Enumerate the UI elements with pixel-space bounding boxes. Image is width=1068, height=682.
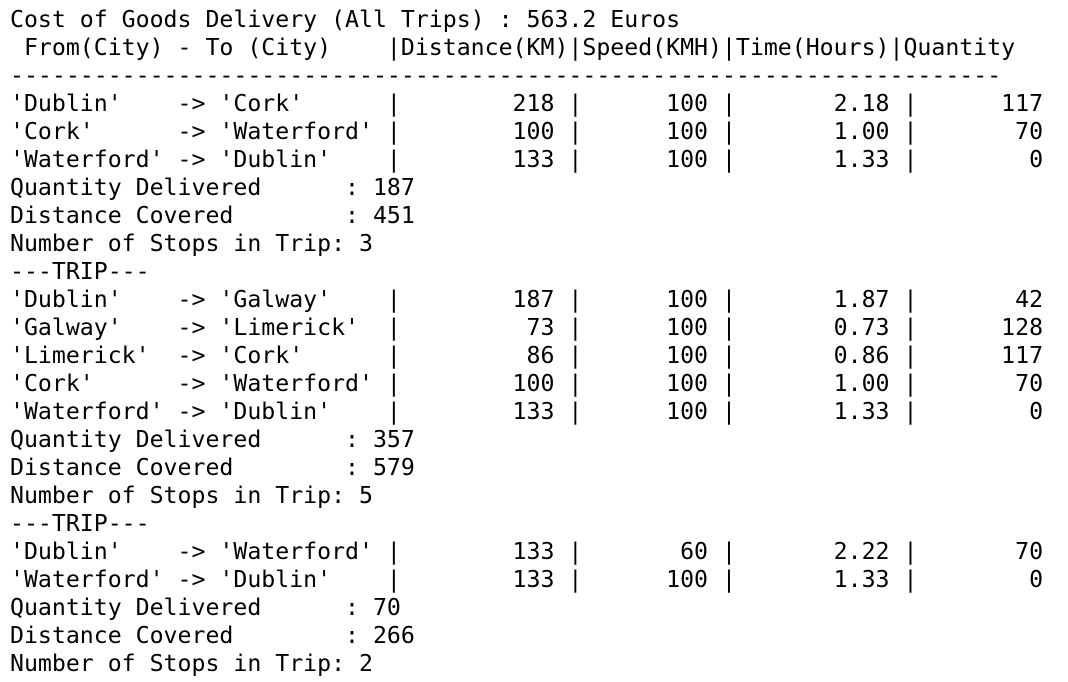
- trip-3-distance-line: Distance Covered : 266: [10, 622, 415, 649]
- trip-2-stops-line: Number of Stops in Trip: 5: [10, 482, 373, 509]
- trip-1-leg-3-row: 'Waterford' -> 'Dublin' | 133 | 100 | 1.…: [10, 146, 1044, 173]
- trip-1-leg-1-row: 'Dublin' -> 'Cork' | 218 | 100 | 2.18 | …: [10, 90, 1044, 117]
- trip-3-leg-2-row: 'Waterford' -> 'Dublin' | 133 | 100 | 1.…: [10, 566, 1044, 593]
- trip-3-stops-line: Number of Stops in Trip: 2: [10, 650, 373, 677]
- trip-1-leg-2-row: 'Cork' -> 'Waterford' | 100 | 100 | 1.00…: [10, 118, 1044, 145]
- trip-3-quantity-line: Quantity Delivered : 70: [10, 594, 401, 621]
- trip-3-leg-1-row: 'Dublin' -> 'Waterford' | 133 | 60 | 2.2…: [10, 538, 1044, 565]
- trip-1-stops-line: Number of Stops in Trip: 3: [10, 230, 373, 257]
- trip-1-distance-line: Distance Covered : 451: [10, 202, 415, 229]
- trip-1-quantity-line: Quantity Delivered : 187: [10, 174, 415, 201]
- trip-2-distance-line: Distance Covered : 579: [10, 454, 415, 481]
- trip-separator-line: ---TRIP---: [10, 258, 150, 285]
- trip-2-leg-1-row: 'Dublin' -> 'Galway' | 187 | 100 | 1.87 …: [10, 286, 1044, 313]
- trip-separator-line: ---TRIP---: [10, 510, 150, 537]
- cost-summary-line: Cost of Goods Delivery (All Trips) : 563…: [10, 6, 681, 33]
- trip-2-leg-2-row: 'Galway' -> 'Limerick' | 73 | 100 | 0.73…: [10, 314, 1044, 341]
- terminal-output: Cost of Goods Delivery (All Trips) : 563…: [0, 0, 1068, 682]
- table-divider-line: ----------------------------------------…: [10, 62, 1002, 89]
- table-header-line: From(City) - To (City) |Distance(KM)|Spe…: [10, 34, 1016, 61]
- trip-2-leg-4-row: 'Cork' -> 'Waterford' | 100 | 100 | 1.00…: [10, 370, 1044, 397]
- trip-2-quantity-line: Quantity Delivered : 357: [10, 426, 415, 453]
- trip-2-leg-3-row: 'Limerick' -> 'Cork' | 86 | 100 | 0.86 |…: [10, 342, 1044, 369]
- trip-2-leg-5-row: 'Waterford' -> 'Dublin' | 133 | 100 | 1.…: [10, 398, 1044, 425]
